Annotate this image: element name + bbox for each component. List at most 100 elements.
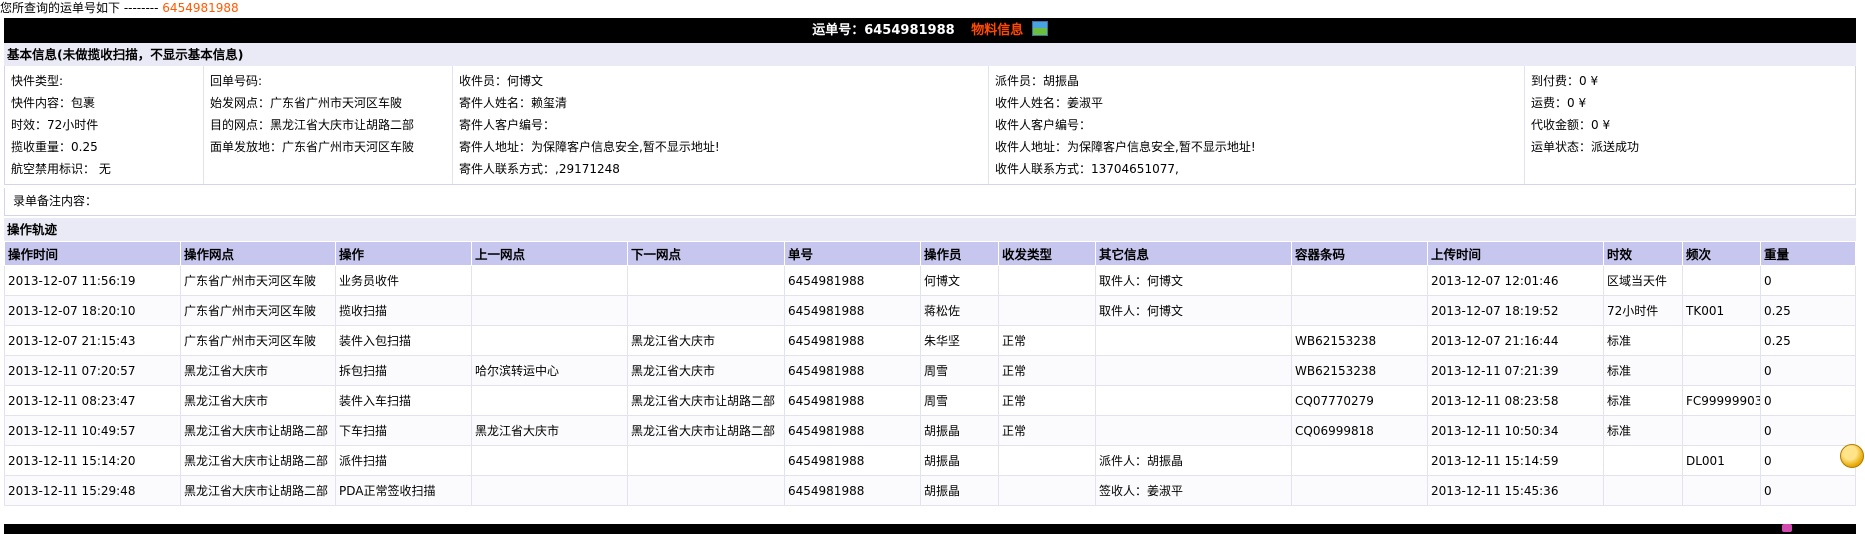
basic-info-field: 运费：0 ¥ xyxy=(1531,96,1587,110)
basic-info-field: 寄件人客户编号： xyxy=(459,118,556,132)
table-cell: PDA正常签收扫描 xyxy=(335,475,472,506)
table-row: 2013-12-11 15:14:20 黑龙江省大庆市让胡路二部 派件扫描 64549… xyxy=(4,445,1856,476)
table-cell: 黑龙江省大庆市 xyxy=(627,355,785,386)
table-cell xyxy=(1603,445,1683,476)
table-row: 2013-12-11 07:20:57 黑龙江省大庆市 拆包扫描 哈尔滨转运中心 黑龙江… xyxy=(4,355,1856,386)
table-cell xyxy=(1291,295,1428,326)
table-cell: 胡振晶 xyxy=(920,475,999,506)
image-icon[interactable] xyxy=(1031,21,1048,36)
table-cell: 2013-12-11 08:23:47 xyxy=(4,385,181,416)
basic-col-4: 派件员：胡振晶 收件人姓名：姜淑平 收件人客户编号： 收件人地址：为保障客户信息安全,… xyxy=(989,66,1525,184)
table-cell: 派件扫描 xyxy=(335,445,472,476)
table-cell xyxy=(1682,325,1761,356)
table-cell: 0.25 xyxy=(1760,325,1856,356)
table-cell: 胡振晶 xyxy=(920,445,999,476)
helper-badge-icon[interactable] xyxy=(1840,444,1864,468)
table-cell: 正常 xyxy=(998,355,1096,386)
track-column-header: 重量 xyxy=(1760,241,1856,266)
table-cell: 6454981988 xyxy=(784,355,921,386)
table-cell: 黑龙江省大庆市让胡路二部 xyxy=(180,475,336,506)
table-cell: WB62153238 xyxy=(1291,355,1428,386)
result-panel: 运单号：6454981988 物料信息 基本信息(未做揽收扫描，不显示基本信息)… xyxy=(4,18,1856,506)
table-cell: 哈尔滨转运中心 xyxy=(471,355,628,386)
table-cell: DL001 xyxy=(1682,445,1761,476)
table-cell: 0 xyxy=(1760,265,1856,296)
table-cell: 标准 xyxy=(1603,355,1683,386)
material-info-link[interactable]: 物料信息 xyxy=(971,23,1023,38)
track-column-header: 操作员 xyxy=(920,241,999,266)
table-cell xyxy=(998,445,1096,476)
table-cell xyxy=(471,295,628,326)
table-cell xyxy=(998,475,1096,506)
table-cell: 区域当天件 xyxy=(1603,265,1683,296)
table-cell xyxy=(1291,265,1428,296)
table-cell: TK001 xyxy=(1682,295,1761,326)
table-cell: 黑龙江省大庆市 xyxy=(180,355,336,386)
table-cell: 何博文 xyxy=(920,265,999,296)
track-column-header: 收发类型 xyxy=(998,241,1096,266)
table-cell: 2013-12-07 18:19:52 xyxy=(1427,295,1604,326)
track-body: 2013-12-07 11:56:19 广东省广州市天河区车陂 业务员收件 64549… xyxy=(4,265,1856,506)
table-cell xyxy=(1291,475,1428,506)
track-column-header: 其它信息 xyxy=(1095,241,1292,266)
query-line: 您所查询的运单号如下 -------- 6454981988 xyxy=(0,0,1865,18)
table-cell: 0 xyxy=(1760,475,1856,506)
track-heading: 操作轨迹 xyxy=(4,218,1856,241)
table-cell: 周雪 xyxy=(920,355,999,386)
table-cell: 黑龙江省大庆市 xyxy=(471,415,628,446)
table-cell xyxy=(1291,445,1428,476)
table-cell: 2013-12-07 12:01:46 xyxy=(1427,265,1604,296)
track-column-header: 上一网点 xyxy=(471,241,628,266)
table-cell: 下车扫描 xyxy=(335,415,472,446)
track-column-header: 操作网点 xyxy=(180,241,336,266)
table-cell: 黑龙江省大庆市 xyxy=(627,325,785,356)
remarks-label: 录单备注内容： xyxy=(13,194,98,208)
table-cell: 6454981988 xyxy=(784,295,921,326)
table-cell: 拆包扫描 xyxy=(335,355,472,386)
track-table: 操作时间 操作网点 操作 上一网点 下一网点 单号 操作员 收发类型 其它信息 容器条码 上传时间时… xyxy=(4,241,1856,506)
table-cell: 标准 xyxy=(1603,385,1683,416)
table-cell: CQ07770279 xyxy=(1291,385,1428,416)
track-column-header: 单号 xyxy=(784,241,921,266)
table-cell xyxy=(1095,385,1292,416)
waybill-title: 运单号：6454981988 xyxy=(812,23,955,38)
table-cell xyxy=(1095,355,1292,386)
basic-info-heading: 基本信息(未做揽收扫描，不显示基本信息) xyxy=(4,43,1856,66)
table-cell: 正常 xyxy=(998,415,1096,446)
table-cell: 2013-12-11 07:20:57 xyxy=(4,355,181,386)
table-cell: 周雪 xyxy=(920,385,999,416)
table-cell: 签收人：姜淑平 xyxy=(1095,475,1292,506)
table-cell xyxy=(627,475,785,506)
basic-info-field: 收件员：何博文 xyxy=(459,74,544,88)
table-cell: CQ06999818 xyxy=(1291,415,1428,446)
table-cell: 胡振晶 xyxy=(920,415,999,446)
table-cell xyxy=(471,475,628,506)
table-cell xyxy=(1682,355,1761,386)
table-cell xyxy=(1603,475,1683,506)
table-cell: 黑龙江省大庆市让胡路二部 xyxy=(180,415,336,446)
basic-info-field: 寄件人姓名：赖玺清 xyxy=(459,96,568,110)
table-cell: 2013-12-11 08:23:58 xyxy=(1427,385,1604,416)
table-row: 2013-12-07 21:15:43 广东省广州市天河区车陂 装件入包扫描 黑龙江省… xyxy=(4,325,1856,356)
table-cell xyxy=(1682,475,1761,506)
basic-info-field: 收件人联系方式：13704651077, xyxy=(995,162,1179,176)
table-row: 2013-12-11 08:23:47 黑龙江省大庆市 装件入车扫描 黑龙江省大庆市让… xyxy=(4,385,1856,416)
table-cell: 6454981988 xyxy=(784,475,921,506)
basic-info-field: 运单状态：派送成功 xyxy=(1531,140,1640,154)
table-cell: 取件人：何博文 xyxy=(1095,265,1292,296)
table-cell: 0.25 xyxy=(1760,295,1856,326)
bottom-title-bar xyxy=(4,524,1856,534)
table-cell xyxy=(1682,415,1761,446)
table-cell xyxy=(471,385,628,416)
basic-info-field: 寄件人地址：为保障客户信息安全,暂不显示地址! xyxy=(459,140,720,154)
table-cell: 2013-12-07 21:15:43 xyxy=(4,325,181,356)
table-cell: 业务员收件 xyxy=(335,265,472,296)
table-cell xyxy=(1682,265,1761,296)
track-column-header: 操作 xyxy=(335,241,472,266)
table-cell xyxy=(1095,415,1292,446)
query-prefix: 您所查询的运单号如下 -------- xyxy=(0,1,159,15)
track-column-header: 操作时间 xyxy=(4,241,181,266)
table-cell: 朱华坚 xyxy=(920,325,999,356)
waybill-title-bar: 运单号：6454981988 物料信息 xyxy=(4,18,1856,43)
table-cell: 6454981988 xyxy=(784,265,921,296)
